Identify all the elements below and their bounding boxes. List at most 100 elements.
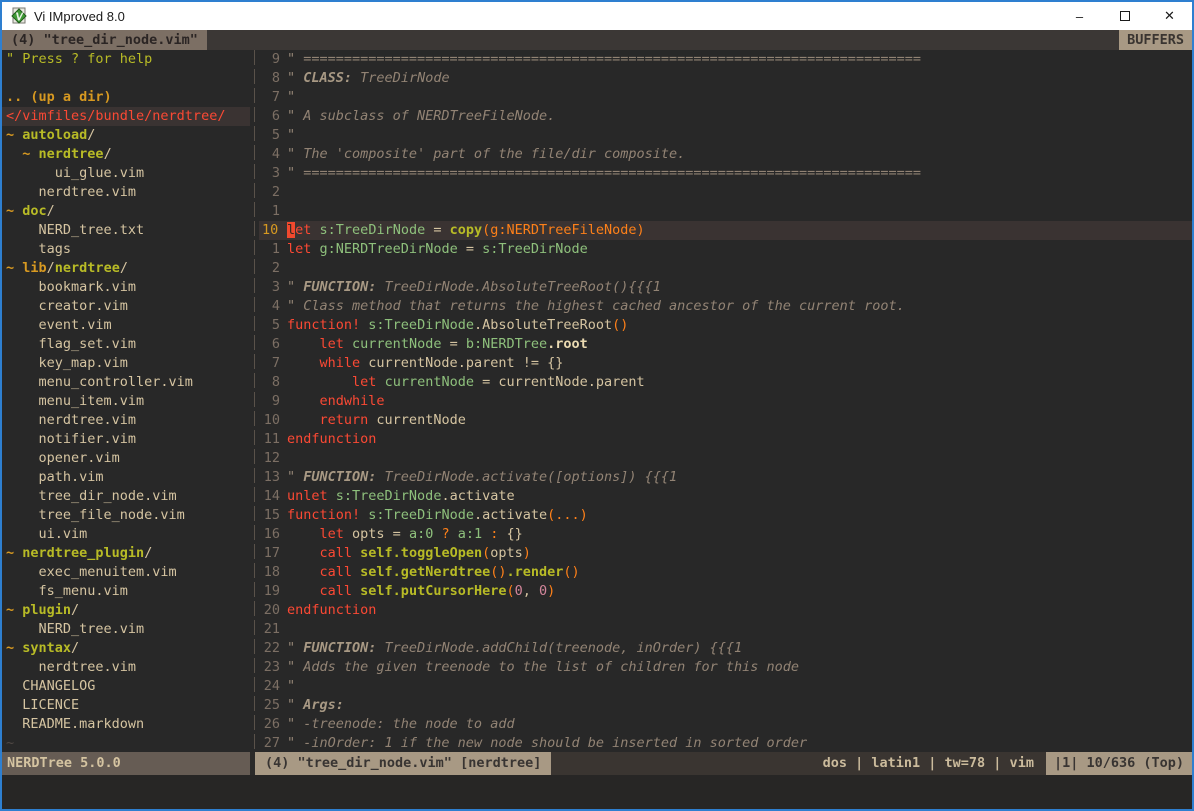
tree-file[interactable]: menu_item.vim [2,392,250,411]
tree-file[interactable]: README.markdown [2,715,250,734]
tree-dir-plugin[interactable]: ~ plugin/ [2,601,250,620]
code-line[interactable]: 4" The 'composite' part of the file/dir … [259,145,1192,164]
tree-file[interactable]: nerdtree.vim [2,183,250,202]
tabline: (4) "tree_dir_node.vim" BUFFERS [2,30,1192,50]
tree-dir-doc[interactable]: ~ doc/ [2,202,250,221]
tree-file[interactable]: event.vim [2,316,250,335]
code-line[interactable]: 5" [259,126,1192,145]
code-line[interactable]: 7 while currentNode.parent != {} [259,354,1192,373]
tree-file[interactable]: key_map.vim [2,354,250,373]
tree-file[interactable]: NERD_tree.txt [2,221,250,240]
code-line[interactable]: 5function! s:TreeDirNode.AbsoluteTreeRoo… [259,316,1192,335]
code-line[interactable]: 17 call self.toggleOpen(opts) [259,544,1192,563]
code-line[interactable]: 9" =====================================… [259,50,1192,69]
line-number: 26 [259,715,287,734]
buffers-tab[interactable]: BUFFERS [1119,30,1192,50]
code-line[interactable]: 24" [259,677,1192,696]
tree-dir-nerdtree-plugin[interactable]: ~ nerdtree_plugin/ [2,544,250,563]
tree-help-line[interactable]: " Press ? for help [2,50,250,69]
line-number: 17 [259,544,287,563]
minimize-button[interactable]: – [1057,2,1102,30]
tree-file[interactable]: bookmark.vim [2,278,250,297]
tree-file[interactable]: exec_menuitem.vim [2,563,250,582]
statusline-position: |1| 10/636 (Top) [1046,752,1192,775]
line-number: 8 [259,69,287,88]
code-line[interactable]: 22" FUNCTION: TreeDirNode.addChild(treen… [259,639,1192,658]
code-line[interactable]: 8" CLASS: TreeDirNode [259,69,1192,88]
syntax-segment: syntax [22,640,71,656]
tree-file[interactable]: tags [2,240,250,259]
code-line[interactable]: 25" Args: [259,696,1192,715]
tree-root-path[interactable]: </vimfiles/bundle/nerdtree/ [2,107,250,126]
tree-blank[interactable] [2,69,250,88]
tree-dir-syntax[interactable]: ~ syntax/ [2,639,250,658]
tree-tilde[interactable]: ~ [2,734,250,752]
syntax-segment: menu_controller.vim [6,374,193,390]
code-line[interactable]: 21 [259,620,1192,639]
code-line[interactable]: 11endfunction [259,430,1192,449]
tree-file[interactable]: LICENCE [2,696,250,715]
code-line[interactable]: 26" -treenode: the node to add [259,715,1192,734]
window-separator[interactable] [250,50,259,752]
code-line[interactable]: 27" -inOrder: 1 if the new node should b… [259,734,1192,752]
syntax-segment: " [287,640,303,656]
syntax-segment: ~ [6,640,22,656]
syntax-segment: function! [287,507,360,523]
syntax-segment: opts = [344,526,409,542]
tree-file[interactable]: NERD_tree.vim [2,620,250,639]
code-line[interactable]: 7" [259,88,1192,107]
tree-file[interactable]: ui.vim [2,525,250,544]
tree-dir-autoload[interactable]: ~ autoload/ [2,126,250,145]
code-line[interactable]: 12 [259,449,1192,468]
code-line[interactable]: 2 [259,183,1192,202]
code-line[interactable]: 4" Class method that returns the highest… [259,297,1192,316]
code-line[interactable]: 6" A subclass of NERDTreeFileNode. [259,107,1192,126]
code-line[interactable]: 9 endwhile [259,392,1192,411]
code-line[interactable]: 3" FUNCTION: TreeDirNode.AbsoluteTreeRoo… [259,278,1192,297]
tree-file[interactable]: tree_file_node.vim [2,506,250,525]
tree-file[interactable]: opener.vim [2,449,250,468]
syntax-segment: NERD_tree.txt [6,222,144,238]
tree-file[interactable]: notifier.vim [2,430,250,449]
code-line[interactable]: 1 [259,202,1192,221]
syntax-segment: " [287,279,303,295]
tree-file[interactable]: nerdtree.vim [2,658,250,677]
tree-file[interactable]: ui_glue.vim [2,164,250,183]
code-line[interactable]: 23" Adds the given treenode to the list … [259,658,1192,677]
tree-file[interactable]: creator.vim [2,297,250,316]
code-line[interactable]: 20endfunction [259,601,1192,620]
code-line[interactable]: 2 [259,259,1192,278]
tree-file[interactable]: flag_set.vim [2,335,250,354]
syntax-segment: a:0 [409,526,433,542]
command-line[interactable] [2,775,1192,809]
syntax-segment: endfunction [287,431,376,447]
tree-file[interactable]: tree_dir_node.vim [2,487,250,506]
close-button[interactable]: ✕ [1147,2,1192,30]
code-text: let opts = a:0 ? a:1 : {} [287,525,523,544]
code-line[interactable]: 6 let currentNode = b:NERDTree.root [259,335,1192,354]
tree-dir-nerdtree[interactable]: ~ nerdtree/ [2,145,250,164]
code-line[interactable]: 1let g:NERDTreeDirNode = s:TreeDirNode [259,240,1192,259]
syntax-segment: " [287,469,303,485]
vim-window: Vi IMproved 8.0 – ✕ (4) "tree_dir_node.v… [0,0,1194,811]
code-line[interactable]: 8 let currentNode = currentNode.parent [259,373,1192,392]
code-line[interactable]: 18 call self.getNerdtree().render() [259,563,1192,582]
tree-file[interactable]: path.vim [2,468,250,487]
maximize-button[interactable] [1102,2,1147,30]
tree-file[interactable]: nerdtree.vim [2,411,250,430]
code-line[interactable]: 19 call self.putCursorHere(0, 0) [259,582,1192,601]
syntax-segment: = currentNode.parent [474,374,645,390]
code-line[interactable]: 10 return currentNode [259,411,1192,430]
tree-dir-lib-nerdtree[interactable]: ~ lib/nerdtree/ [2,259,250,278]
tree-up-a-dir[interactable]: .. (up a dir) [2,88,250,107]
code-line[interactable]: 13" FUNCTION: TreeDirNode.activate([opti… [259,468,1192,487]
code-line[interactable]: 14unlet s:TreeDirNode.activate [259,487,1192,506]
tree-file[interactable]: fs_menu.vim [2,582,250,601]
active-tab[interactable]: (4) "tree_dir_node.vim" [2,30,207,50]
tree-file[interactable]: menu_controller.vim [2,373,250,392]
code-line[interactable]: 15function! s:TreeDirNode.activate(...) [259,506,1192,525]
code-line[interactable]: 16 let opts = a:0 ? a:1 : {} [259,525,1192,544]
code-line[interactable]: 3" =====================================… [259,164,1192,183]
tree-file[interactable]: CHANGELOG [2,677,250,696]
code-line[interactable]: 10let s:TreeDirNode = copy(g:NERDTreeFil… [259,221,1192,240]
